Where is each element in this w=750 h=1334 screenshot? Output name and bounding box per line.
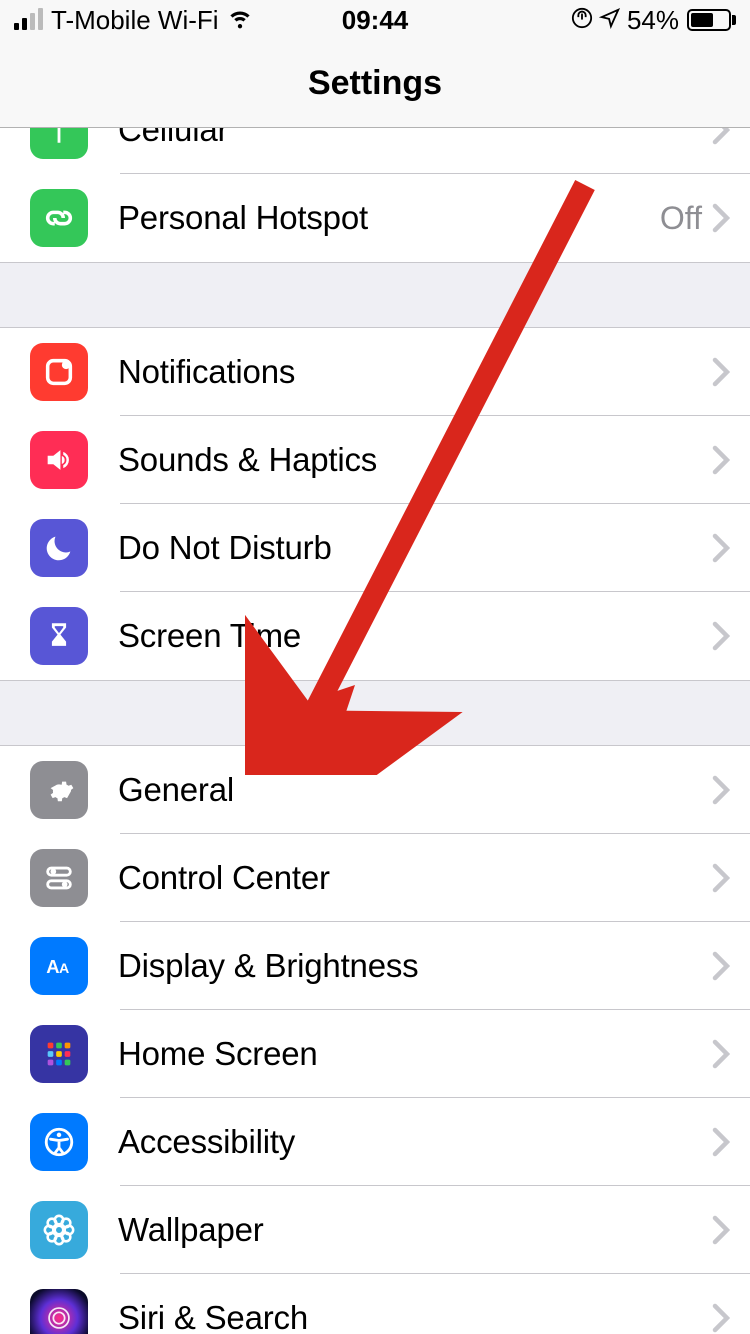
chevron-right-icon (712, 621, 730, 651)
row-cellular[interactable]: Cellular (0, 128, 750, 174)
signal-strength-icon (14, 10, 43, 30)
row-accessibility[interactable]: Accessibility (0, 1098, 750, 1186)
row-notifications[interactable]: Notifications (0, 328, 750, 416)
row-label: General (118, 771, 712, 809)
antenna-icon (30, 128, 88, 159)
wifi-icon (227, 4, 253, 37)
group-general: General Control Center AA Display & Brig… (0, 745, 750, 1334)
row-label: Wallpaper (118, 1211, 712, 1249)
row-label: Personal Hotspot (118, 199, 660, 237)
aa-icon: AA (30, 937, 88, 995)
chevron-right-icon (712, 128, 730, 145)
row-wallpaper[interactable]: Wallpaper (0, 1186, 750, 1274)
row-label: Screen Time (118, 617, 712, 655)
row-controlcenter[interactable]: Control Center (0, 834, 750, 922)
statusbar-left: T-Mobile Wi-Fi (14, 4, 342, 37)
battery-icon (685, 9, 736, 31)
row-hotspot[interactable]: Personal Hotspot Off (0, 174, 750, 262)
row-label: Cellular (118, 128, 712, 149)
gear-icon (30, 761, 88, 819)
row-label: Accessibility (118, 1123, 712, 1161)
row-display[interactable]: AA Display & Brightness (0, 922, 750, 1010)
siri-icon (30, 1289, 88, 1334)
link-icon (30, 189, 88, 247)
chevron-right-icon (712, 1039, 730, 1069)
rotation-lock-icon (571, 5, 593, 36)
group-notifications: Notifications Sounds & Haptics Do Not Di… (0, 327, 750, 681)
row-sounds[interactable]: Sounds & Haptics (0, 416, 750, 504)
group-connectivity: Cellular Personal Hotspot Off (0, 128, 750, 263)
battery-pct: 54% (627, 5, 679, 36)
accessibility-icon (30, 1113, 88, 1171)
statusbar-right: 54% (408, 5, 736, 36)
toggles-icon (30, 849, 88, 907)
row-dnd[interactable]: Do Not Disturb (0, 504, 750, 592)
chevron-right-icon (712, 1127, 730, 1157)
row-label: Control Center (118, 859, 712, 897)
svg-text:A: A (46, 956, 59, 977)
chevron-right-icon (712, 533, 730, 563)
row-general[interactable]: General (0, 746, 750, 834)
bell-square-icon (30, 343, 88, 401)
chevron-right-icon (712, 951, 730, 981)
chevron-right-icon (712, 203, 730, 233)
row-siri[interactable]: Siri & Search (0, 1274, 750, 1334)
location-icon (599, 5, 621, 36)
flower-icon (30, 1201, 88, 1259)
speaker-icon (30, 431, 88, 489)
chevron-right-icon (712, 1303, 730, 1333)
nav-bar: Settings (0, 40, 750, 128)
hourglass-icon (30, 607, 88, 665)
row-label: Notifications (118, 353, 712, 391)
row-label: Do Not Disturb (118, 529, 712, 567)
row-label: Siri & Search (118, 1299, 712, 1334)
row-screentime[interactable]: Screen Time (0, 592, 750, 680)
svg-text:A: A (59, 961, 69, 977)
grid-icon (30, 1025, 88, 1083)
statusbar: T-Mobile Wi-Fi 09:44 54% (0, 0, 750, 40)
moon-icon (30, 519, 88, 577)
chevron-right-icon (712, 1215, 730, 1245)
row-homescreen[interactable]: Home Screen (0, 1010, 750, 1098)
row-label: Sounds & Haptics (118, 441, 712, 479)
carrier-label: T-Mobile Wi-Fi (51, 5, 219, 36)
row-detail: Off (660, 200, 702, 237)
settings-list[interactable]: Cellular Personal Hotspot Off Notificati… (0, 128, 750, 1334)
clock: 09:44 (342, 5, 409, 36)
chevron-right-icon (712, 357, 730, 387)
row-label: Display & Brightness (118, 947, 712, 985)
page-title: Settings (308, 64, 442, 103)
chevron-right-icon (712, 775, 730, 805)
row-label: Home Screen (118, 1035, 712, 1073)
chevron-right-icon (712, 863, 730, 893)
chevron-right-icon (712, 445, 730, 475)
